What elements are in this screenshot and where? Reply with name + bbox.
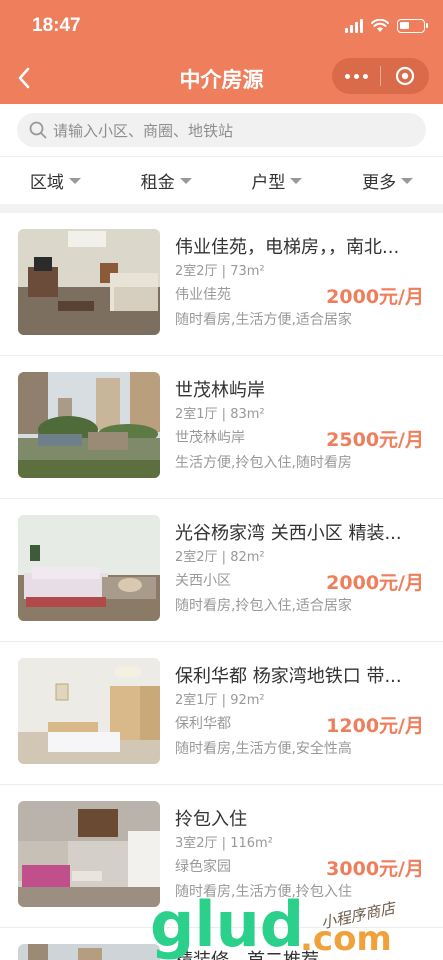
listing-photo xyxy=(18,515,160,621)
filter-label: 更多 xyxy=(362,173,397,193)
filter-label: 区域 xyxy=(29,173,64,193)
status-bar: 18:47 xyxy=(0,0,443,52)
header: 18:47 中介房源 xyxy=(0,0,443,104)
listing-area: 82m² xyxy=(230,550,265,565)
listing-tags: 随时看房,拎包入住,适合居家 xyxy=(175,598,352,614)
listing-meta: 2室2厅 | 73m² xyxy=(175,264,265,279)
search-placeholder: 请输入小区、商圈、地铁站 xyxy=(53,121,234,140)
listing-area: 92m² xyxy=(230,693,265,708)
listing-title: 世茂林屿岸 xyxy=(175,380,265,401)
dropdown-triangle-icon xyxy=(401,177,414,184)
listing-meta: 2室1厅 | 83m² xyxy=(175,407,265,422)
listing-area: 83m² xyxy=(230,407,265,422)
listing-photo xyxy=(18,944,160,960)
listing-area: 73m² xyxy=(230,264,265,279)
status-time: 18:47 xyxy=(32,15,81,36)
listing-layout: 2室1厅 xyxy=(175,693,218,708)
status-icons xyxy=(345,17,428,35)
signal-icon xyxy=(345,19,363,33)
section-divider xyxy=(0,204,443,213)
listing-estate: 世茂林屿岸 xyxy=(175,430,245,446)
dropdown-triangle-icon xyxy=(290,177,303,184)
watermark-brand: glud xyxy=(150,888,304,960)
listing-price: 2000元/月 xyxy=(326,572,424,594)
mini-program-capsule xyxy=(332,58,429,94)
listing-card[interactable]: 保利华都 杨家湾地铁口 带... 2室1厅 | 92m² 保利华都 1200元/… xyxy=(0,642,443,785)
filter-bar: 区域 租金 户型 更多 xyxy=(0,156,443,204)
filter-rent[interactable]: 租金 xyxy=(111,157,222,204)
listing-area: 116m² xyxy=(230,836,273,851)
listing-price: 2000元/月 xyxy=(326,286,424,308)
listing-estate: 伟业佳苑 xyxy=(175,287,231,303)
dropdown-triangle-icon xyxy=(179,177,192,184)
listing-estate: 绿色家园 xyxy=(175,859,231,875)
search-bar: 请输入小区、商圈、地铁站 xyxy=(0,104,443,156)
listing-title: 伟业佳苑，电梯房，，南北... xyxy=(175,237,400,258)
search-input[interactable]: 请输入小区、商圈、地铁站 xyxy=(17,113,426,147)
listing-meta: 2室2厅 | 82m² xyxy=(175,550,265,565)
filter-layout[interactable]: 户型 xyxy=(222,157,333,204)
filter-more[interactable]: 更多 xyxy=(332,157,443,204)
more-dots-icon[interactable] xyxy=(332,58,380,94)
listing-layout: 2室2厅 xyxy=(175,264,218,279)
filter-label: 户型 xyxy=(251,173,286,193)
listing-title: 拎包入住 xyxy=(175,809,247,830)
listing-card[interactable]: 光谷杨家湾 关西小区 精装... 2室2厅 | 82m² 关西小区 2000元/… xyxy=(0,499,443,642)
listing-price: 2500元/月 xyxy=(326,429,424,451)
listing-tags: 随时看房,生活方便,安全性高 xyxy=(175,741,352,757)
listing-estate: 保利华都 xyxy=(175,716,231,732)
wifi-icon xyxy=(371,19,389,32)
listing-meta: 2室1厅 | 92m² xyxy=(175,693,265,708)
search-icon xyxy=(29,121,47,139)
listing-layout: 3室2厅 xyxy=(175,836,218,851)
listing-price: 1200元/月 xyxy=(326,715,424,737)
listing-estate: 关西小区 xyxy=(175,573,231,589)
listing-photo xyxy=(18,801,160,907)
listing-tags: 随时看房,生活方便,适合居家 xyxy=(175,312,352,328)
filter-label: 租金 xyxy=(140,173,175,193)
listing-photo xyxy=(18,372,160,478)
close-circle-icon[interactable] xyxy=(381,58,429,94)
listing-tags: 生活方便,拎包入住,随时看房 xyxy=(175,455,352,471)
listing-layout: 2室2厅 xyxy=(175,550,218,565)
listing-photo xyxy=(18,658,160,764)
listing-card[interactable]: 伟业佳苑，电梯房，，南北... 2室2厅 | 73m² 伟业佳苑 2000元/月… xyxy=(0,213,443,356)
nav-bar: 中介房源 xyxy=(0,52,443,104)
watermark-logo: glud .com 小程序商店 xyxy=(150,888,398,960)
listing-photo xyxy=(18,229,160,335)
listing-card[interactable]: 世茂林屿岸 2室1厅 | 83m² 世茂林屿岸 2500元/月 生活方便,拎包入… xyxy=(0,356,443,499)
battery-icon xyxy=(397,19,428,33)
dropdown-triangle-icon xyxy=(68,177,81,184)
listing-title: 光谷杨家湾 关西小区 精装... xyxy=(175,523,402,544)
filter-area[interactable]: 区域 xyxy=(0,157,111,204)
listing-price: 3000元/月 xyxy=(326,858,424,880)
listing-layout: 2室1厅 xyxy=(175,407,218,422)
listing-title: 保利华都 杨家湾地铁口 带... xyxy=(175,666,402,687)
listing-list: 伟业佳苑，电梯房，，南北... 2室2厅 | 73m² 伟业佳苑 2000元/月… xyxy=(0,213,443,928)
listing-meta: 3室2厅 | 116m² xyxy=(175,836,273,851)
